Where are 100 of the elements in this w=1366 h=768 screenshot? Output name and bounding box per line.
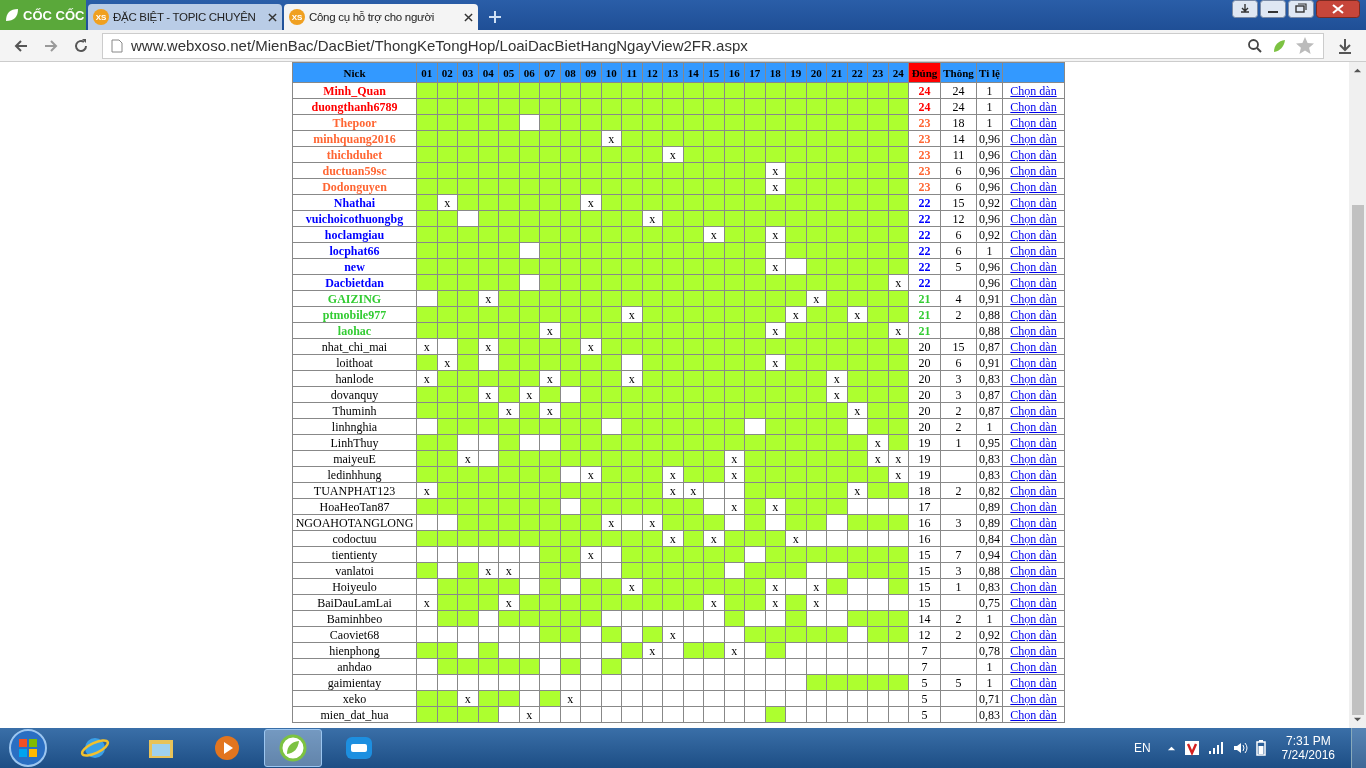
leaf-icon [4, 7, 20, 23]
column-header: 23 [867, 62, 888, 83]
nick-cell: Minh_Quan [292, 82, 417, 99]
table-cell: 3 [940, 562, 977, 579]
table-cell: 0,96 [976, 258, 1003, 275]
table-cell: 0,89 [976, 514, 1003, 531]
table-cell: 1 [940, 434, 977, 451]
battery-icon[interactable] [1255, 740, 1266, 756]
table-cell: 11 [940, 146, 977, 163]
column-header: 17 [744, 62, 765, 83]
table-cell: 0,83 [976, 466, 1003, 483]
table-cell: 0,78 [976, 642, 1003, 659]
close-icon[interactable] [268, 12, 277, 22]
table-cell: 24 [940, 82, 977, 99]
start-button[interactable] [8, 728, 48, 768]
table-cell [940, 322, 977, 339]
column-header: 10 [601, 62, 622, 83]
nick-cell: vanlatoi [292, 562, 417, 579]
table-cell: 1 [940, 578, 977, 595]
nick-cell: Hoiyeulo [292, 578, 417, 595]
table-cell: 0,91 [976, 354, 1003, 371]
column-header: 06 [519, 62, 540, 83]
table-cell: 18 [940, 114, 977, 131]
new-tab-icon[interactable] [488, 10, 502, 24]
table-cell: 6 [940, 178, 977, 195]
table-cell: 0,88 [976, 562, 1003, 579]
close-icon[interactable] [464, 12, 473, 22]
address-field[interactable]: www.webxoso.net/MienBac/DacBiet/ThongKeTongHop/LoaiDacBietHangNgayView2FR.aspx [102, 32, 1324, 59]
minimize-icon[interactable] [1260, 0, 1286, 18]
table-cell: 12 [908, 626, 941, 643]
table-cell: 7 [908, 642, 941, 659]
table-cell: 24 [908, 82, 941, 99]
table-cell [940, 466, 977, 483]
nick-cell: ptmobile977 [292, 306, 417, 323]
table-cell: 20 [908, 354, 941, 371]
table-cell [940, 450, 977, 467]
table-cell: 22 [908, 210, 941, 227]
clock-date: 7/24/2016 [1281, 748, 1335, 762]
reload-icon[interactable] [72, 36, 90, 55]
column-header: 24 [888, 62, 909, 83]
browser-tab[interactable]: XS ĐẶC BIỆT - TOPIC CHUYÊN [88, 4, 282, 30]
download-icon[interactable] [1232, 0, 1258, 18]
language-indicator[interactable]: EN [1133, 741, 1151, 755]
table-cell: 22 [908, 226, 941, 243]
table-cell: 19 [908, 466, 941, 483]
table-cell: 2 [940, 610, 977, 627]
table-cell: 2 [940, 418, 977, 435]
nick-cell: vuichoicothuongbg [292, 210, 417, 227]
star-icon[interactable] [1295, 35, 1315, 56]
table-cell: 0,87 [976, 386, 1003, 403]
table-cell: 16 [908, 514, 941, 531]
taskbar-app[interactable] [264, 729, 322, 767]
restore-icon[interactable] [1288, 0, 1314, 18]
table-cell: 7 [908, 658, 941, 675]
table-cell: 0,75 [976, 594, 1003, 611]
table-cell: 2 [940, 626, 977, 643]
column-header: 03 [457, 62, 478, 83]
nick-cell: hienphong [292, 642, 417, 659]
table-cell: 6 [940, 242, 977, 259]
scroll-up-icon[interactable] [1353, 66, 1362, 75]
table-cell: 2 [940, 482, 977, 499]
table-cell: 20 [908, 402, 941, 419]
shield-icon[interactable] [1183, 740, 1200, 756]
download-icon[interactable] [1336, 36, 1354, 55]
nick-cell: linhnghia [292, 418, 417, 435]
nick-cell: nhat_chi_mai [292, 338, 417, 355]
nick-cell: GAIZING [292, 290, 417, 307]
table-cell: 0,96 [976, 146, 1003, 163]
table-cell: 14 [940, 130, 977, 147]
browser-tab[interactable]: XS Công cụ hỗ trợ cho người [284, 4, 478, 30]
nick-cell: Dacbietdan [292, 274, 417, 291]
table-cell: 5 [908, 706, 941, 723]
nick-cell: hanlode [292, 370, 417, 387]
signal-icon[interactable] [1207, 740, 1224, 756]
table-cell [940, 274, 977, 291]
search-icon[interactable] [1247, 37, 1263, 54]
clock[interactable]: 7:31 PM 7/24/2016 [1281, 734, 1335, 762]
column-header: 07 [539, 62, 560, 83]
table-cell: 5 [940, 674, 977, 691]
scrollbar[interactable] [1349, 62, 1366, 728]
table-cell: 21 [908, 290, 941, 307]
media-player-icon [212, 733, 242, 763]
nick-cell: new [292, 258, 417, 275]
table-cell: 20 [908, 418, 941, 435]
nick-cell: dovanquy [292, 386, 417, 403]
table-cell: 23 [908, 130, 941, 147]
table-cell: 0,96 [976, 210, 1003, 227]
volume-icon[interactable] [1231, 740, 1248, 756]
table-cell [940, 690, 977, 707]
table-cell: 1 [976, 98, 1003, 115]
table-cell: 5 [908, 690, 941, 707]
column-header: 22 [847, 62, 868, 83]
scrollbar-thumb[interactable] [1351, 204, 1364, 716]
table-cell: 15 [908, 578, 941, 595]
close-icon[interactable] [1316, 0, 1360, 18]
table-cell: 0,96 [976, 162, 1003, 179]
column-header: 21 [826, 62, 847, 83]
table-cell: 19 [908, 450, 941, 467]
table-cell: 20 [908, 386, 941, 403]
column-header: 16 [724, 62, 745, 83]
